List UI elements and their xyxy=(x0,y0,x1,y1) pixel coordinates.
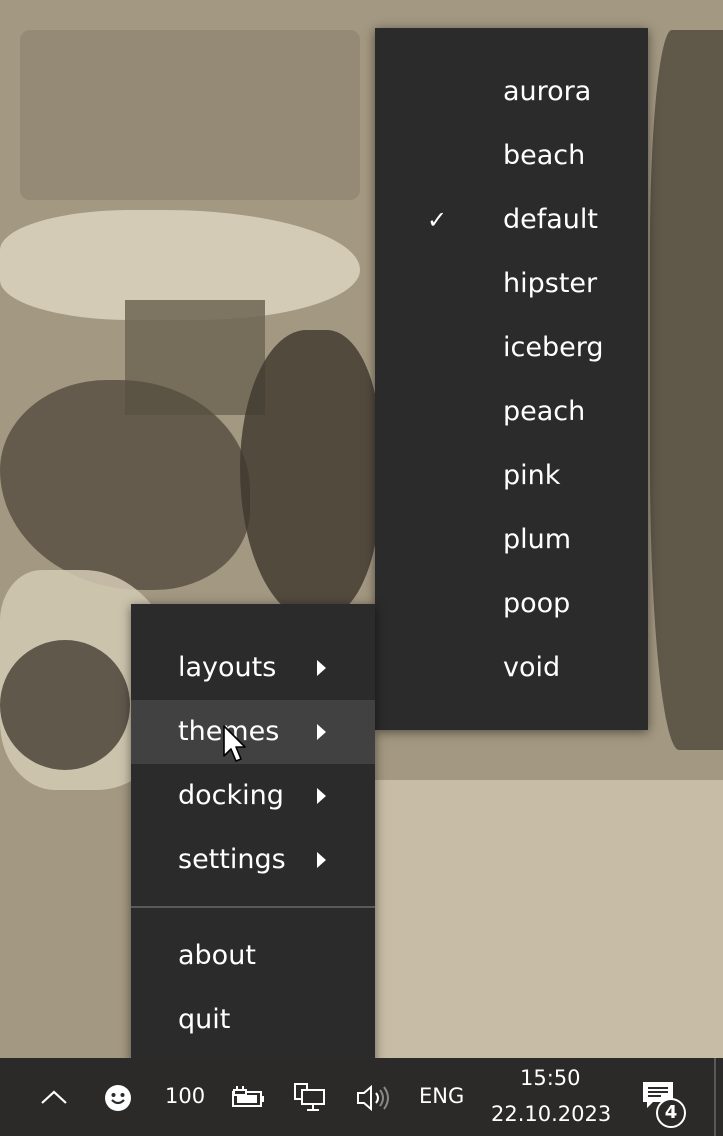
wallpaper-forest xyxy=(0,640,130,770)
theme-item-aurora[interactable]: aurora xyxy=(375,60,648,124)
menu-item-docking[interactable]: docking xyxy=(131,764,375,828)
menu-item-quit[interactable]: quit xyxy=(131,988,375,1052)
network-icon[interactable] xyxy=(293,1082,327,1112)
menu-item-themes[interactable]: themes xyxy=(131,700,375,764)
show-desktop-divider[interactable] xyxy=(714,1058,716,1136)
wallpaper-lake xyxy=(375,780,723,1058)
themes-submenu: aurora beach ✓ default hipster iceberg p… xyxy=(375,28,648,730)
submenu-arrow-icon xyxy=(317,660,326,676)
theme-label: hipster xyxy=(503,268,598,299)
menu-item-about[interactable]: about xyxy=(131,924,375,988)
menu-item-label: layouts xyxy=(178,652,277,683)
theme-item-peach[interactable]: peach xyxy=(375,380,648,444)
theme-label: plum xyxy=(503,524,572,555)
checkmark-icon: ✓ xyxy=(427,206,448,234)
theme-label: default xyxy=(503,204,599,235)
theme-item-pink[interactable]: pink xyxy=(375,444,648,508)
theme-label: aurora xyxy=(503,76,592,107)
menu-item-settings[interactable]: settings xyxy=(131,828,375,892)
chevron-up-icon[interactable] xyxy=(40,1088,68,1106)
submenu-arrow-icon xyxy=(317,788,326,804)
clock-date[interactable]: 22.10.2023 xyxy=(491,1102,611,1126)
submenu-arrow-icon xyxy=(317,852,326,868)
menu-separator xyxy=(131,906,375,908)
theme-item-hipster[interactable]: hipster xyxy=(375,252,648,316)
theme-label: void xyxy=(503,652,561,683)
input-language-indicator[interactable]: ENG xyxy=(419,1084,464,1108)
theme-item-void[interactable]: void xyxy=(375,636,648,700)
wallpaper-town xyxy=(20,30,360,200)
theme-label: iceberg xyxy=(503,332,604,363)
menu-item-layouts[interactable]: layouts xyxy=(131,636,375,700)
theme-item-default[interactable]: ✓ default xyxy=(375,188,648,252)
submenu-arrow-icon xyxy=(317,724,326,740)
theme-label: peach xyxy=(503,396,586,427)
clock-time[interactable]: 15:50 xyxy=(520,1066,581,1090)
theme-item-plum[interactable]: plum xyxy=(375,508,648,572)
smiley-icon[interactable] xyxy=(104,1084,132,1112)
volume-icon[interactable] xyxy=(355,1084,391,1112)
mouse-cursor-icon xyxy=(223,725,246,762)
taskbar: 100 ENG 15:50 22.10.2023 4 xyxy=(0,1058,723,1136)
wallpaper-forest xyxy=(240,330,380,620)
menu-item-label: about xyxy=(178,940,256,971)
theme-label: pink xyxy=(503,460,561,491)
tray-count-label[interactable]: 100 xyxy=(165,1084,205,1108)
wallpaper-forest xyxy=(650,30,723,750)
menu-item-label: settings xyxy=(178,844,286,875)
power-plug-battery-icon[interactable] xyxy=(229,1084,265,1110)
tray-context-menu: layouts themes docking settings about qu… xyxy=(131,604,375,1082)
menu-item-label: quit xyxy=(178,1004,231,1035)
theme-item-poop[interactable]: poop xyxy=(375,572,648,636)
theme-item-iceberg[interactable]: iceberg xyxy=(375,316,648,380)
menu-item-label: docking xyxy=(178,780,284,811)
notification-count-badge: 4 xyxy=(656,1098,686,1128)
theme-label: poop xyxy=(503,588,571,619)
theme-item-beach[interactable]: beach xyxy=(375,124,648,188)
theme-label: beach xyxy=(503,140,586,171)
